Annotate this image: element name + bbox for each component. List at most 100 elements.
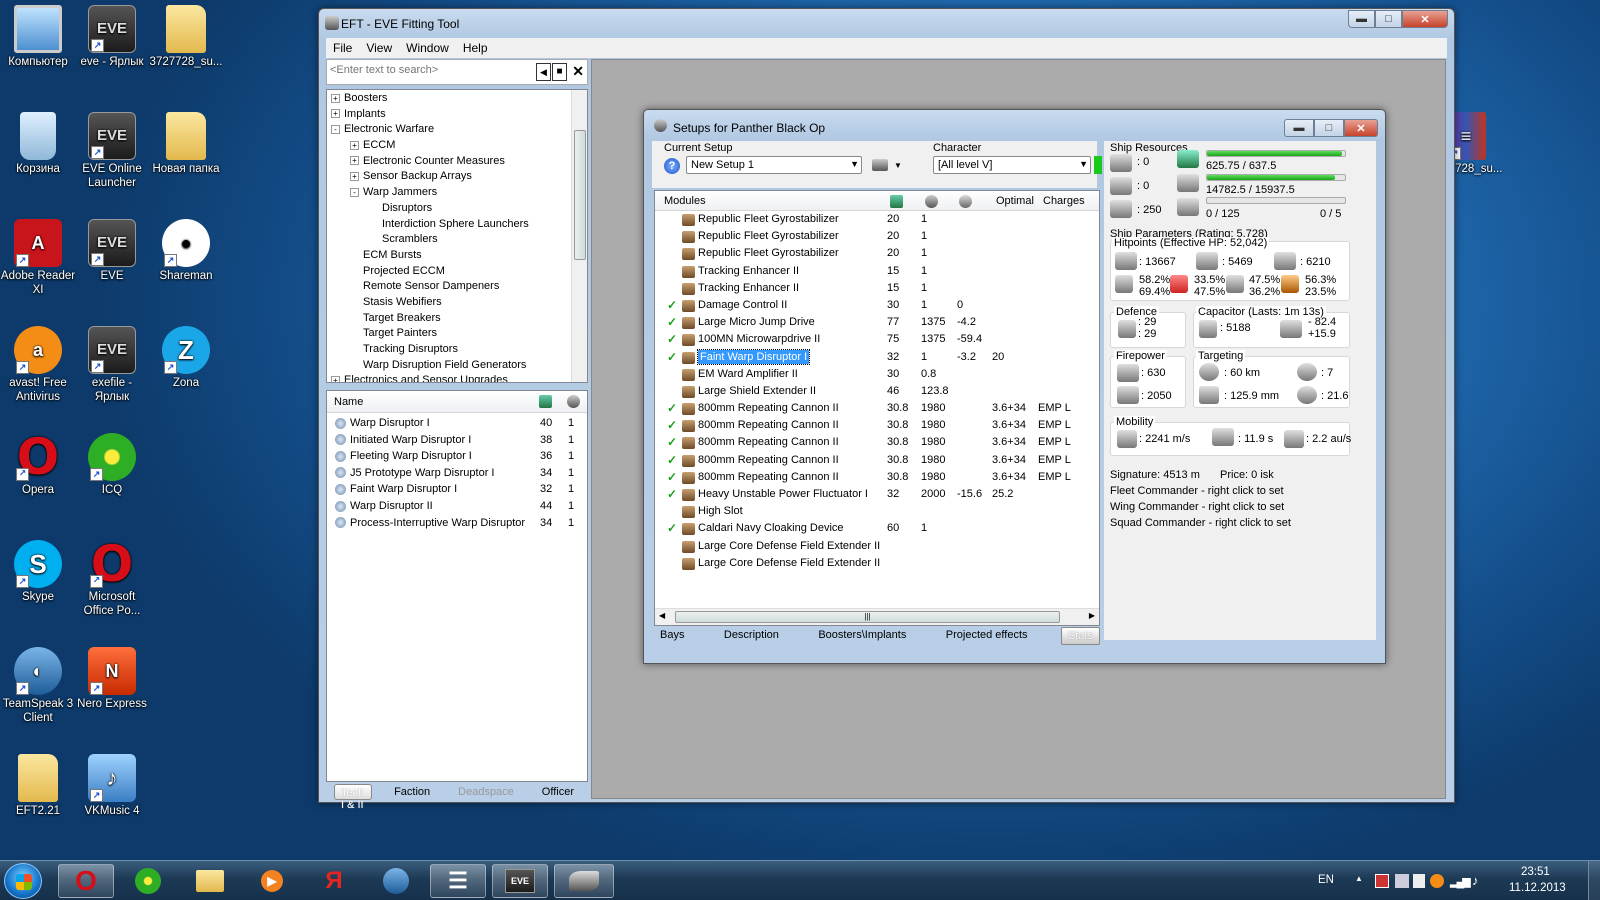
module-row[interactable]: Tracking Enhancer II 15 1: [655, 263, 1099, 280]
filter-tab[interactable]: Faction: [388, 784, 436, 800]
tree-node[interactable]: + ECCM: [331, 138, 587, 154]
search-input[interactable]: [327, 60, 527, 80]
ship-menu-dropdown-icon[interactable]: ▼: [894, 161, 902, 170]
collapse-icon[interactable]: -: [331, 124, 340, 134]
filter-tab[interactable]: Tech I & II: [334, 784, 373, 811]
tree-node[interactable]: + Boosters: [331, 91, 587, 107]
active-check-icon[interactable]: ✓: [667, 452, 677, 469]
desktop-icon[interactable]: 3727728_su...: [148, 5, 224, 69]
powergrid-column-icon[interactable]: [925, 195, 938, 208]
hscroll-thumb[interactable]: |||: [675, 611, 1060, 623]
tree-node[interactable]: + Sensor Backup Arrays: [331, 169, 587, 185]
optimal-column-header[interactable]: Optimal: [996, 191, 1034, 211]
taskbar-eft[interactable]: [554, 864, 614, 898]
active-check-icon[interactable]: ✓: [667, 417, 677, 434]
maximize-button[interactable]: □: [1375, 10, 1402, 28]
desktop-icon[interactable]: Компьютер: [0, 5, 76, 69]
taskbar-opera[interactable]: O: [58, 864, 114, 898]
ship-menu-icon[interactable]: [872, 159, 888, 171]
list-item[interactable]: Fleeting Warp Disruptor I 36 1: [335, 448, 587, 465]
module-row[interactable]: ✓ Caldari Navy Cloaking Device 60 1: [655, 520, 1099, 537]
item-list[interactable]: Name Warp Disruptor I 40 1 Initiated Warp D…: [326, 390, 588, 782]
desktop-icon[interactable]: N ↗ Nero Express: [74, 647, 150, 711]
menu-item[interactable]: Help: [456, 38, 495, 58]
cpu-column-icon[interactable]: [539, 395, 552, 408]
tray-expand-icon[interactable]: ▲: [1355, 874, 1363, 883]
market-tree[interactable]: + Boosters + Implants - Electronic Warfare + EC…: [326, 89, 588, 383]
setup-tab[interactable]: Boosters\Implants: [812, 627, 912, 645]
tree-node[interactable]: ECM Bursts: [331, 248, 587, 264]
active-check-icon[interactable]: ✓: [667, 297, 677, 314]
charges-column-header[interactable]: Charges: [1043, 191, 1085, 211]
tree-scrollbar[interactable]: [571, 90, 587, 382]
module-row[interactable]: Tracking Enhancer II 15 1: [655, 280, 1099, 297]
lock-icon[interactable]: ■: [552, 63, 567, 81]
desktop-icon[interactable]: Z ↗ Zona: [148, 326, 224, 390]
tree-node[interactable]: Target Painters: [331, 326, 587, 342]
tree-scroll-thumb[interactable]: [574, 130, 586, 260]
setup-window[interactable]: Setups for Panther Black Op ▬ □ ✕ Curren…: [643, 109, 1386, 664]
modules-panel[interactable]: Modules Optimal Charges Republic Fleet G…: [654, 190, 1100, 626]
start-button[interactable]: [4, 863, 42, 899]
active-check-icon[interactable]: ✓: [667, 486, 677, 503]
list-item[interactable]: Process-Interruptive Warp Disruptor 34 1: [335, 515, 587, 532]
active-check-icon[interactable]: ✓: [667, 434, 677, 451]
desktop-icon[interactable]: O ↗ Opera: [0, 432, 76, 497]
tree-node[interactable]: Interdiction Sphere Launchers: [331, 217, 587, 233]
setup-tab[interactable]: Stats: [1060, 627, 1100, 645]
filter-tab[interactable]: Officer: [536, 784, 580, 800]
desktop-icon[interactable]: ◐ ↗ TeamSpeak 3 Client: [0, 647, 76, 725]
clear-search-icon[interactable]: ✕: [572, 63, 584, 80]
module-row[interactable]: ✓ 800mm Repeating Cannon II 30.8 1980 3.6+34…: [655, 469, 1099, 486]
active-check-icon[interactable]: ✓: [667, 349, 677, 366]
tree-node[interactable]: + Implants: [331, 107, 587, 123]
module-row[interactable]: ✓ Faint Warp Disruptor I 32 1 -3.2 20: [655, 348, 1099, 366]
desktop-icon[interactable]: EVE ↗ EVE: [74, 219, 150, 283]
clock-time[interactable]: 23:51: [1521, 866, 1550, 878]
setup-minimize-button[interactable]: ▬: [1284, 119, 1314, 137]
module-row[interactable]: ✓ Large Micro Jump Drive 77 1375 -4.2: [655, 314, 1099, 331]
list-item[interactable]: Faint Warp Disruptor I 32 1: [335, 481, 587, 498]
taskbar-app[interactable]: ☰: [430, 864, 486, 898]
module-row[interactable]: ✓ 800mm Repeating Cannon II 30.8 1980 3.6+34…: [655, 434, 1099, 451]
module-row[interactable]: Large Core Defense Field Extender II: [655, 555, 1099, 572]
tree-node[interactable]: + Electronic Counter Measures: [331, 154, 587, 170]
module-row[interactable]: Large Core Defense Field Extender II: [655, 538, 1099, 555]
desktop-icon[interactable]: EVE ↗ eve - Ярлык: [74, 5, 150, 69]
module-row[interactable]: ✓ Heavy Unstable Power Fluctuator I 32 2000…: [655, 486, 1099, 503]
tree-node[interactable]: - Electronic Warfare: [331, 122, 587, 138]
tree-node[interactable]: - Warp Jammers: [331, 185, 587, 201]
expand-icon[interactable]: +: [331, 109, 340, 119]
expand-icon[interactable]: +: [331, 375, 340, 382]
tree-node[interactable]: Projected ECCM: [331, 264, 587, 280]
desktop-icon[interactable]: Корзина: [0, 112, 76, 176]
tree-node[interactable]: Remote Sensor Dampeners: [331, 279, 587, 295]
tree-node[interactable]: Tracking Disruptors: [331, 342, 587, 358]
taskbar-eve[interactable]: EVE: [492, 864, 548, 898]
desktop-icon[interactable]: O ↗ Microsoft Office Po...: [74, 539, 150, 618]
search-prev-button[interactable]: ◀: [536, 63, 551, 81]
desktop-icon[interactable]: ↗ ICQ: [74, 433, 150, 497]
cpu-column-icon[interactable]: [890, 195, 903, 208]
squad-commander-slot[interactable]: Squad Commander - right click to set: [1110, 517, 1291, 529]
module-row[interactable]: EM Ward Amplifier II 30 0.8: [655, 366, 1099, 383]
desktop-icon[interactable]: EVE ↗ exefile - Ярлык: [74, 326, 150, 404]
module-row[interactable]: Large Shield Extender II 46 123.8: [655, 383, 1099, 400]
modules-column-header[interactable]: Modules: [655, 195, 706, 207]
fleet-commander-slot[interactable]: Fleet Commander - right click to set: [1110, 485, 1284, 497]
setup-tab[interactable]: Projected effects: [940, 627, 1034, 645]
module-row[interactable]: ✓ 100MN Microwarpdrive II 75 1375 -59.4: [655, 331, 1099, 348]
filter-tab[interactable]: Deadspace: [452, 784, 520, 800]
usb-icon[interactable]: [1395, 874, 1409, 888]
clipboard-icon[interactable]: [1413, 874, 1425, 888]
desktop-icon[interactable]: ● ↗ Shareman: [148, 219, 224, 283]
menu-item[interactable]: View: [359, 38, 399, 58]
modules-hscrollbar[interactable]: ◀ ||| ▶: [655, 608, 1099, 625]
clock-date[interactable]: 11.12.2013: [1509, 882, 1566, 894]
tree-node[interactable]: + Electronics and Sensor Upgrades: [331, 373, 587, 382]
desktop-icon[interactable]: a ↗ avast! Free Antivirus: [0, 326, 76, 404]
module-row[interactable]: ✓ 800mm Repeating Cannon II 30.8 1980 3.6+34…: [655, 452, 1099, 469]
setup-tab[interactable]: Description: [718, 627, 785, 645]
module-row[interactable]: ✓ 800mm Repeating Cannon II 30.8 1980 3.6+34…: [655, 417, 1099, 434]
tree-node[interactable]: Scramblers: [331, 232, 587, 248]
